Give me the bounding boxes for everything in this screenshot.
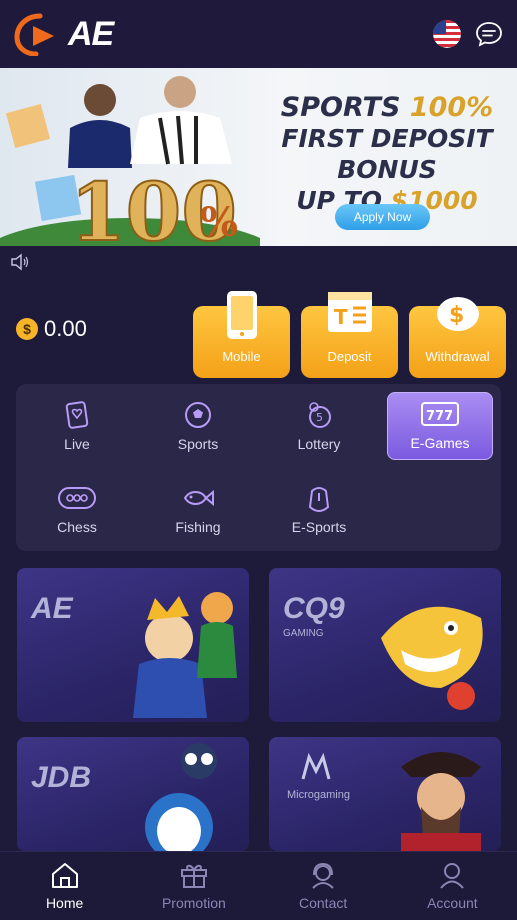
provider-character-art bbox=[401, 752, 481, 851]
mobile-button[interactable]: Mobile bbox=[193, 291, 290, 378]
provider-brand: Microgaming bbox=[287, 789, 350, 801]
gamepad-icon bbox=[308, 487, 330, 512]
tab-home[interactable]: Home bbox=[0, 852, 129, 920]
soccer-ball-icon bbox=[185, 402, 211, 428]
provider-brand: CQ9 bbox=[283, 592, 345, 625]
promo-banner[interactable]: 100 % SPORTS 100% FIRST DEPOSIT BONUS UP… bbox=[0, 68, 517, 246]
chat-bubble-icon[interactable] bbox=[475, 20, 503, 48]
provider-card-microgaming[interactable]: Microgaming bbox=[269, 737, 501, 851]
us-flag-icon[interactable] bbox=[433, 20, 461, 48]
provider-card-ae[interactable]: AE bbox=[17, 568, 249, 722]
category-label: Fishing bbox=[175, 519, 221, 535]
tab-label-account: Account bbox=[427, 895, 478, 911]
logo[interactable]: AE bbox=[14, 12, 114, 56]
piggy-bank-icon: $ bbox=[436, 297, 479, 331]
category-label: Sports bbox=[177, 436, 219, 452]
logo-play-icon bbox=[14, 13, 54, 56]
provider-character-art bbox=[145, 743, 217, 851]
category-label: Lottery bbox=[297, 436, 341, 452]
category-label: E-Games bbox=[410, 435, 470, 451]
category-fishing[interactable]: Fishing bbox=[145, 475, 251, 543]
category-chess[interactable]: Chess bbox=[24, 475, 130, 543]
provider-character-art bbox=[381, 606, 483, 710]
gift-icon bbox=[180, 864, 207, 888]
balance-amount: 0.00 bbox=[44, 316, 87, 341]
microgaming-logo-icon bbox=[301, 753, 331, 780]
deposit-icon: T bbox=[327, 292, 372, 332]
slot-777-icon: 777 bbox=[421, 402, 459, 426]
svg-text:5: 5 bbox=[316, 411, 323, 424]
speaker-icon[interactable] bbox=[10, 253, 30, 271]
wallet-balance: $ 0.00 bbox=[16, 316, 87, 342]
quick-label-mobile: Mobile bbox=[222, 349, 261, 364]
top-header: AE bbox=[0, 0, 517, 68]
quick-label-withdrawal: Withdrawal bbox=[425, 349, 490, 364]
category-label: E-Sports bbox=[291, 519, 347, 535]
headset-icon bbox=[312, 862, 334, 889]
tab-account[interactable]: Account bbox=[388, 852, 517, 920]
category-live[interactable]: Live bbox=[24, 392, 130, 460]
chess-icon bbox=[58, 487, 96, 509]
provider-sub: GAMING bbox=[283, 628, 324, 639]
apply-now-button[interactable]: Apply Now bbox=[335, 204, 430, 230]
withdrawal-button[interactable]: $ Withdrawal bbox=[409, 297, 506, 378]
category-e-games[interactable]: 777 E-Games bbox=[387, 392, 493, 460]
bottom-tab-bar: Home Promotion Contact Account bbox=[0, 851, 517, 920]
tab-label-home: Home bbox=[45, 895, 84, 911]
svg-text:T: T bbox=[334, 305, 348, 329]
svg-text:777: 777 bbox=[426, 409, 453, 424]
category-label: Chess bbox=[57, 519, 97, 535]
provider-brand: JDB bbox=[31, 761, 92, 794]
category-label: Live bbox=[64, 436, 90, 452]
tab-label-promotion: Promotion bbox=[161, 895, 226, 911]
svg-text:$: $ bbox=[449, 303, 464, 328]
lottery-balls-icon: 5 bbox=[309, 402, 331, 428]
live-cards-icon bbox=[65, 401, 89, 429]
provider-card-jdb[interactable]: JDB bbox=[17, 737, 249, 851]
category-sports[interactable]: Sports bbox=[145, 392, 251, 460]
fish-icon bbox=[183, 489, 214, 507]
tab-contact[interactable]: Contact bbox=[259, 852, 388, 920]
quick-label-deposit: Deposit bbox=[327, 349, 372, 364]
provider-character-art bbox=[133, 592, 237, 718]
coin-icon: $ bbox=[16, 318, 38, 340]
banner-headline: SPORTS 100% FIRST DEPOSIT BONUS UP TO $1… bbox=[280, 92, 494, 215]
logo-text: AE bbox=[68, 14, 114, 53]
provider-brand: AE bbox=[31, 592, 73, 625]
category-e-sports[interactable]: E-Sports bbox=[266, 475, 372, 543]
banner-players-image: 100 % bbox=[0, 76, 260, 246]
mobile-phone-icon bbox=[226, 291, 257, 339]
home-icon bbox=[51, 863, 78, 888]
user-icon bbox=[440, 863, 465, 889]
category-lottery[interactable]: 5 Lottery bbox=[266, 392, 372, 460]
tab-label-contact: Contact bbox=[299, 895, 348, 911]
deposit-button[interactable]: T Deposit bbox=[301, 292, 398, 378]
provider-card-cq9[interactable]: CQ9 GAMING bbox=[269, 568, 501, 722]
svg-text:%: % bbox=[200, 199, 238, 246]
game-categories: Live Sports 5 Lottery 777 E-Games Chess bbox=[16, 384, 501, 551]
tab-promotion[interactable]: Promotion bbox=[129, 852, 258, 920]
